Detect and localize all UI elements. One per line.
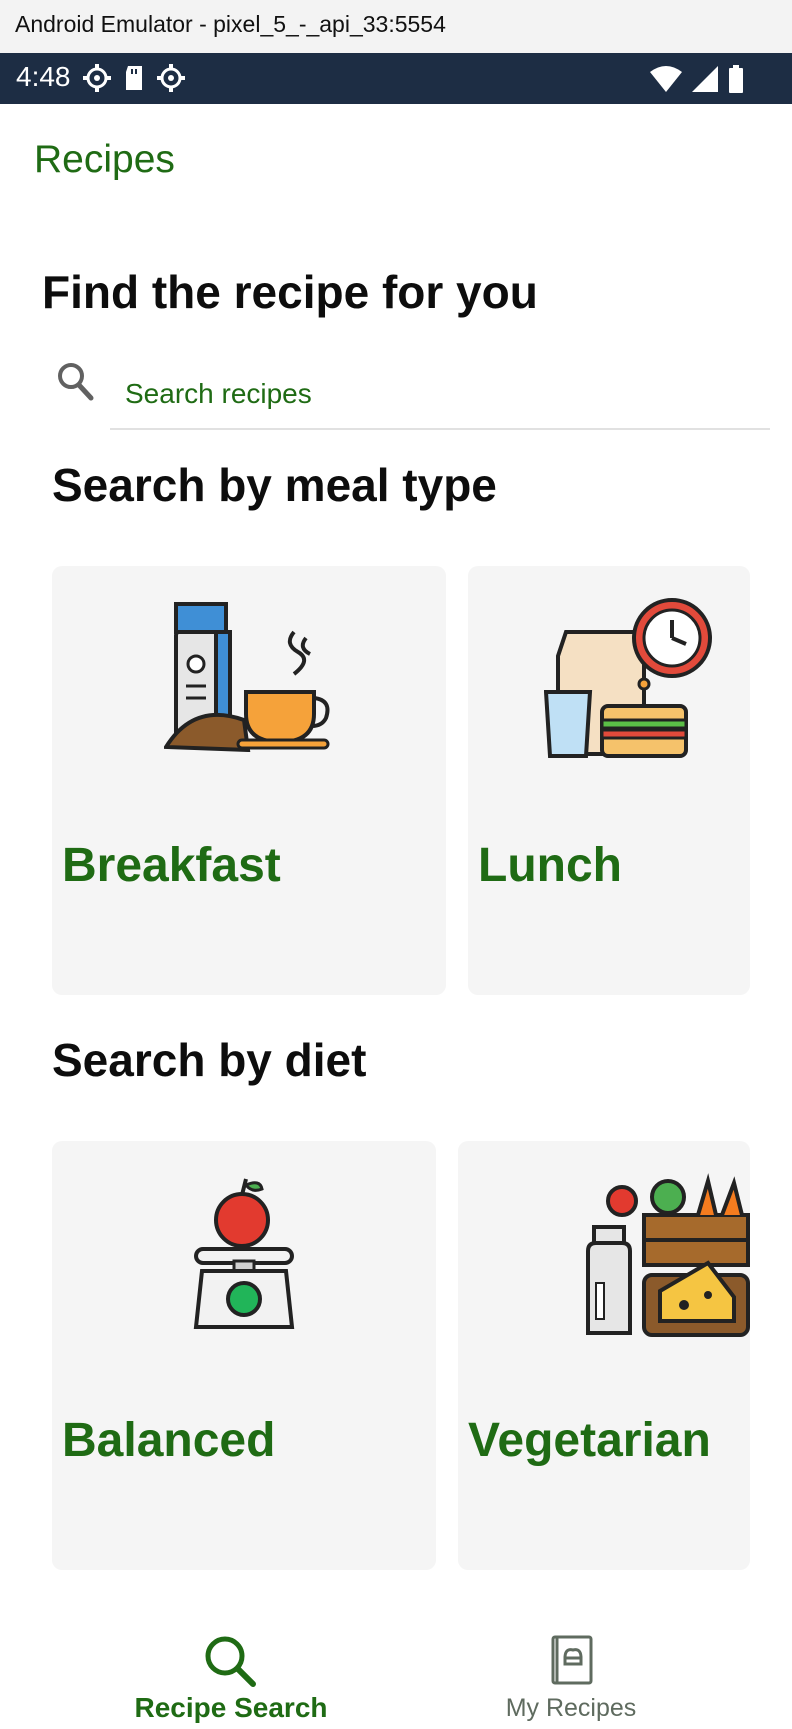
meal-type-section-title: Search by meal type	[52, 459, 497, 511]
signal-icon	[692, 66, 718, 92]
diet-card-label: Vegetarian	[468, 1414, 711, 1467]
status-time: 4:48	[16, 61, 71, 92]
meal-card-label: Lunch	[478, 839, 622, 892]
diet-card-label: Balanced	[62, 1414, 276, 1467]
search-icon	[205, 1636, 256, 1687]
wifi-icon	[650, 66, 682, 92]
search-icon[interactable]	[55, 360, 95, 402]
vegetarian-icon	[586, 1173, 750, 1337]
diet-card-vegetarian[interactable]: Vegetarian	[458, 1141, 750, 1570]
meal-card-breakfast[interactable]: Breakfast	[52, 566, 446, 995]
nav-label: Recipe Search	[134, 1692, 328, 1723]
breakfast-icon	[164, 602, 330, 752]
nav-label: My Recipes	[505, 1694, 637, 1722]
sd-card-icon	[126, 66, 142, 90]
diet-card-balanced[interactable]: Balanced	[52, 1141, 436, 1570]
search-input[interactable]	[110, 360, 770, 430]
status-bar: 4:48	[0, 53, 792, 104]
nav-recipe-search[interactable]: Recipe Search	[111, 1634, 351, 1724]
settings-icon	[83, 64, 111, 92]
recipe-book-icon	[551, 1635, 593, 1685]
page-title: Recipes	[34, 138, 175, 181]
emulator-titlebar: Android Emulator - pixel_5_-_api_33:5554	[0, 0, 792, 53]
nav-my-recipes[interactable]: My Recipes	[451, 1634, 691, 1723]
diet-section-title: Search by diet	[52, 1034, 367, 1086]
hero-title: Find the recipe for you	[42, 266, 538, 318]
balanced-icon	[193, 1178, 295, 1329]
bottom-navigation: Recipe Search My Recipes	[1, 1610, 791, 1729]
meal-card-lunch[interactable]: Lunch	[468, 566, 750, 995]
settings-icon	[157, 64, 185, 92]
battery-icon	[729, 65, 743, 93]
window-title: Android Emulator - pixel_5_-_api_33:5554	[15, 11, 446, 37]
meal-card-label: Breakfast	[62, 839, 281, 892]
